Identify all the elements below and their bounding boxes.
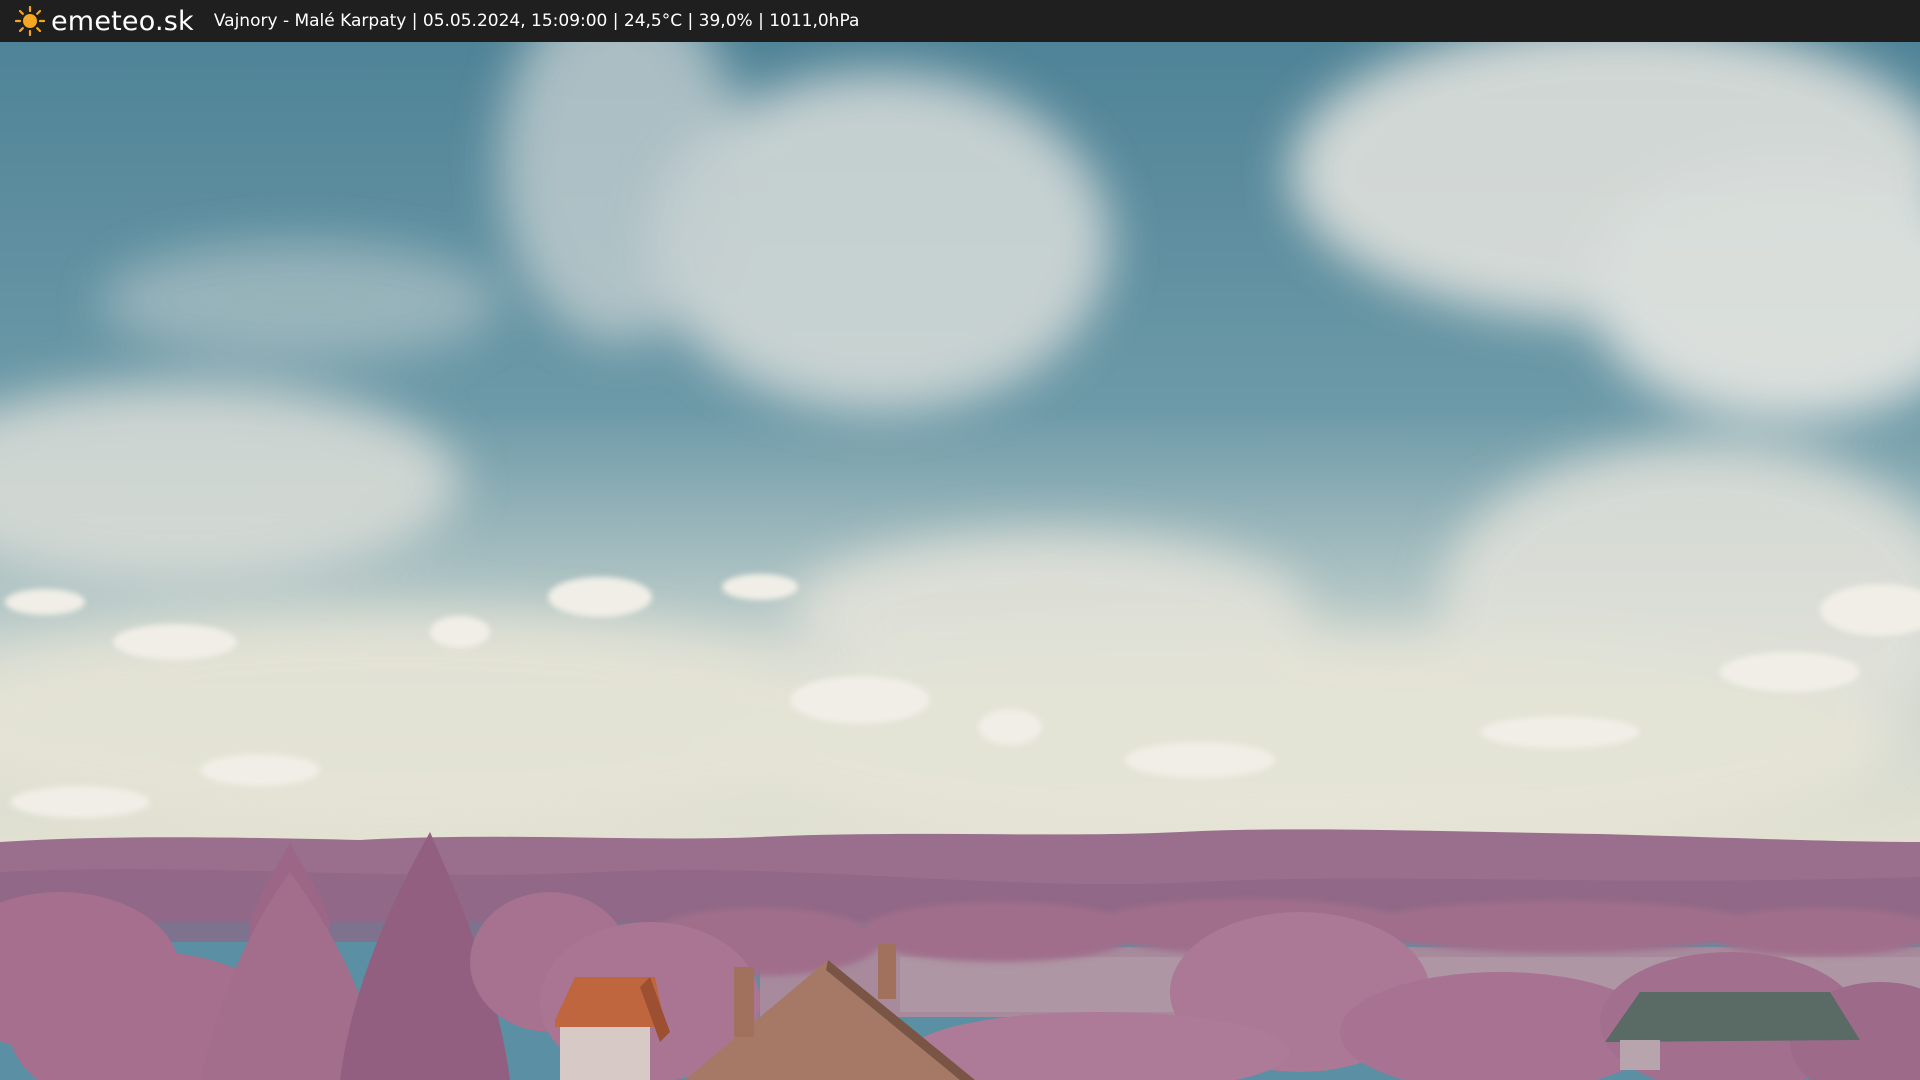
weather-info: Vajnory - Malé Karpaty | 05.05.2024, 15:…	[213, 11, 860, 31]
logo[interactable]: emeteo.sk	[14, 5, 194, 37]
webcam-image	[0, 42, 1920, 1080]
top-bar: emeteo.sk Vajnory - Malé Karpaty | 05.05…	[0, 0, 1920, 42]
brand-name: emeteo.sk	[51, 5, 194, 37]
sun-icon	[14, 5, 46, 37]
